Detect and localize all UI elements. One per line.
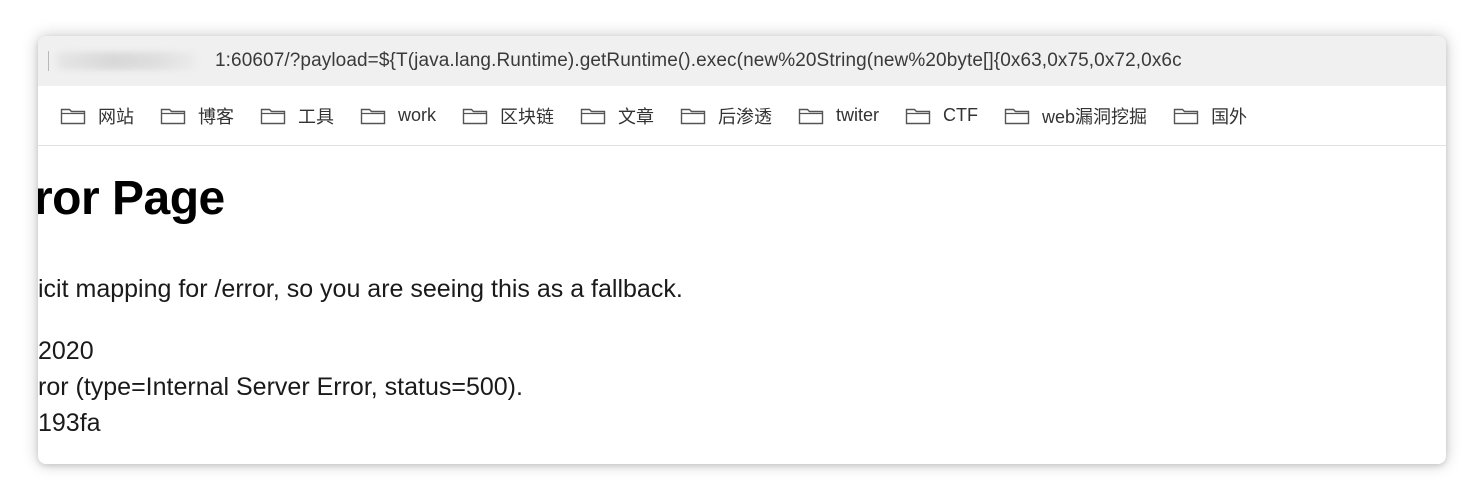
bookmark-label: 工具 (298, 106, 334, 127)
bookmark-folder-8[interactable]: CTF (905, 105, 978, 126)
folder-icon (905, 108, 931, 124)
folder-icon (60, 108, 86, 124)
bookmark-label: CTF (943, 105, 979, 125)
folder-icon (462, 108, 488, 124)
folder-icon (260, 108, 286, 124)
bookmark-label: 后渗透 (718, 106, 773, 127)
bookmark-folder-0[interactable]: 网站 (60, 103, 134, 129)
bookmark-folder-5[interactable]: 文章 (580, 103, 654, 129)
bookmark-label: 区块链 (500, 106, 555, 127)
bookmark-folder-6[interactable]: 后渗透 (680, 103, 772, 129)
bookmark-folder-3[interactable]: work (360, 105, 436, 126)
folder-icon (1173, 108, 1199, 124)
folder-icon (680, 108, 706, 124)
error-id-line: 193fa (38, 409, 101, 437)
browser-window: 1:60607/?payload=${T(java.lang.Runtime).… (38, 36, 1446, 464)
bookmark-label: web漏洞挖掘 (1042, 106, 1148, 127)
bookmark-label: 博客 (198, 106, 234, 127)
redacted-host (57, 52, 197, 70)
error-message: icit mapping for /error, so you are seei… (38, 275, 683, 303)
bookmarks-bar: 网站 博客 工具 work 区块链 文章 后渗透 twiter CTF web漏… (38, 86, 1446, 146)
folder-icon (580, 108, 606, 124)
page-title: ror Page (38, 172, 225, 225)
error-status-line: ror (type=Internal Server Error, status=… (38, 373, 523, 401)
bookmark-label: 网站 (98, 106, 134, 127)
text-cursor (48, 51, 49, 71)
page-content: ror Page icit mapping for /error, so you… (38, 147, 1446, 464)
folder-icon (798, 108, 824, 124)
bookmark-folder-2[interactable]: 工具 (260, 103, 334, 129)
bookmark-label: 文章 (618, 106, 655, 127)
bookmark-folder-1[interactable]: 博客 (160, 103, 234, 129)
folder-icon (1004, 108, 1030, 124)
folder-icon (360, 108, 386, 124)
folder-icon (160, 108, 186, 124)
bookmark-folder-9[interactable]: web漏洞挖掘 (1004, 103, 1147, 129)
bookmark-label: twiter (836, 105, 880, 125)
bookmark-folder-7[interactable]: twiter (798, 105, 879, 126)
bookmark-label: 国外 (1211, 106, 1248, 127)
bookmark-folder-10[interactable]: 国外 (1173, 103, 1247, 129)
address-bar[interactable]: 1:60607/?payload=${T(java.lang.Runtime).… (38, 36, 1446, 86)
url-text[interactable]: 1:60607/?payload=${T(java.lang.Runtime).… (215, 50, 1182, 72)
timestamp-line: 2020 (38, 337, 94, 365)
bookmark-folder-4[interactable]: 区块链 (462, 103, 554, 129)
bookmark-label: work (398, 105, 437, 125)
